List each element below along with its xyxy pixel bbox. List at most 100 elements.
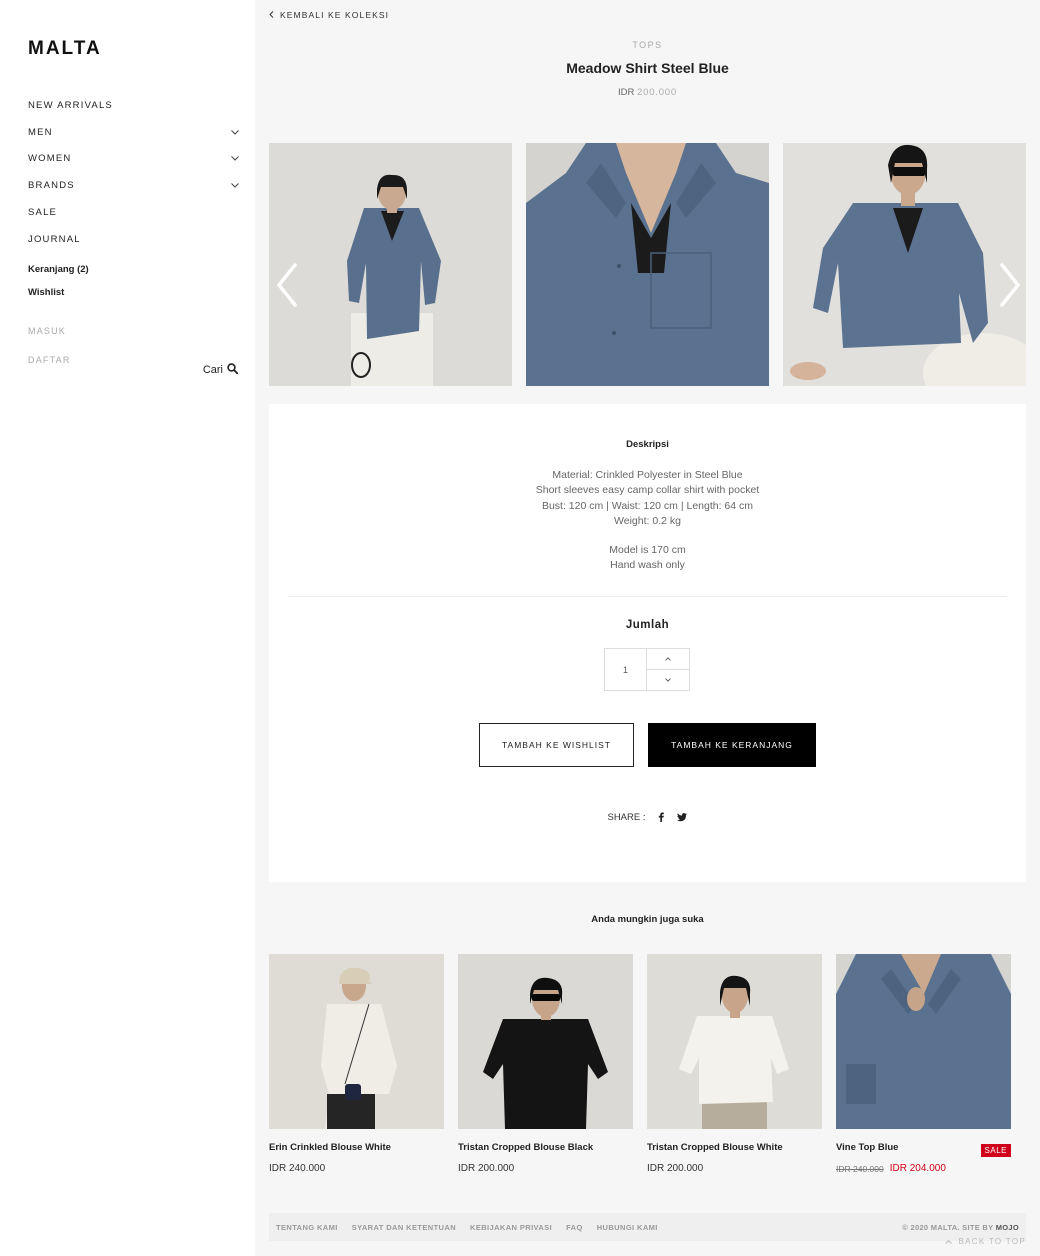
logo[interactable]: MALTA: [28, 38, 102, 60]
chevron-right-icon: [1000, 263, 1021, 307]
auth-links: MASUK DAFTAR: [28, 316, 71, 374]
search-icon: [227, 363, 239, 377]
nav-label: BRANDS: [28, 180, 75, 192]
gallery-image[interactable]: [269, 143, 512, 386]
description-text: Material: Crinkled Polyester in Steel Bl…: [269, 468, 1026, 574]
chevron-down-icon: [665, 678, 671, 682]
product-detail-card: Deskripsi Material: Crinkled Polyester i…: [269, 404, 1026, 882]
search-label: Cari: [202, 364, 223, 376]
main-nav: NEW ARRIVALS MEN WOMEN BRANDS SALE JOURN…: [28, 92, 240, 253]
product-card-price: IDR 240.000 IDR 204.000: [836, 1163, 1011, 1174]
product-card-price: IDR 200.000: [647, 1163, 822, 1174]
product-title: Meadow Shirt Steel Blue: [566, 60, 729, 76]
chevron-down-icon[interactable]: [230, 127, 240, 137]
nav-label: WOMEN: [28, 153, 72, 165]
nav-label: MEN: [28, 126, 53, 138]
back-to-collection-link[interactable]: KEMBALI KE KOLEKSI: [269, 10, 389, 20]
product-card-image[interactable]: [647, 954, 822, 1129]
chevron-up-icon: [945, 1239, 953, 1244]
sidebar: MALTA NEW ARRIVALS MEN WOMEN BRANDS SALE…: [0, 0, 255, 1256]
nav-item-journal[interactable]: JOURNAL: [28, 226, 240, 253]
add-to-cart-button[interactable]: TAMBAH KE KERANJANG: [648, 723, 816, 767]
footer-link-terms[interactable]: SYARAT DAN KETENTUAN: [352, 1223, 456, 1232]
site-by-link[interactable]: MOJO: [996, 1223, 1019, 1232]
recommendations-title: Anda mungkin juga suka: [591, 914, 704, 925]
quantity-label: Jumlah: [625, 619, 670, 631]
description-note: Model is 170 cm: [609, 544, 686, 557]
old-price: IDR 240.000: [836, 1163, 884, 1174]
twitter-icon[interactable]: [676, 811, 688, 823]
price-value: IDR 200.000: [458, 1163, 515, 1174]
copyright: © 2020 MALTA. SITE BY MOJO: [902, 1223, 1019, 1232]
quantity-stepper: 1: [604, 648, 690, 691]
divider: [288, 596, 1007, 597]
nav-item-women[interactable]: WOMEN: [28, 146, 240, 173]
product-card-price: IDR 200.000: [458, 1163, 633, 1174]
back-to-top-label: BACK TO TOP: [958, 1237, 1026, 1246]
product-card-image[interactable]: [269, 954, 444, 1129]
footer-links: TENTANG KAMI SYARAT DAN KETENTUAN KEBIJA…: [276, 1223, 658, 1232]
gallery-image[interactable]: [783, 143, 1026, 386]
description-line: Bust: 120 cm | Waist: 120 cm | Length: 6…: [541, 499, 754, 512]
back-label: KEMBALI KE KOLEKSI: [280, 10, 390, 20]
product-card-name[interactable]: Tristan Cropped Blouse Black: [458, 1142, 633, 1154]
price-currency: IDR: [618, 87, 635, 98]
quantity-decrease-button[interactable]: [647, 670, 689, 690]
product-card-image[interactable]: [458, 954, 633, 1129]
register-link[interactable]: DAFTAR: [28, 345, 71, 374]
product-card[interactable]: Tristan Cropped Blouse Black IDR 200.000: [458, 954, 633, 1174]
gallery-prev-arrow[interactable]: [273, 261, 303, 309]
footer: TENTANG KAMI SYARAT DAN KETENTUAN KEBIJA…: [269, 1213, 1026, 1241]
footer-link-privacy[interactable]: KEBIJAKAN PRIVASI: [470, 1223, 552, 1232]
nav-item-brands[interactable]: BRANDS: [28, 172, 240, 199]
facebook-icon[interactable]: [655, 811, 667, 823]
nav-label: JOURNAL: [28, 233, 81, 245]
product-card-price: IDR 240.000: [269, 1163, 444, 1174]
description-note: Hand wash only: [610, 559, 685, 572]
chevron-down-icon[interactable]: [230, 154, 240, 164]
description-line: Weight: 0.2 kg: [614, 514, 681, 527]
gallery-image[interactable]: [526, 143, 769, 386]
copyright-text: © 2020 MALTA. SITE BY: [902, 1222, 994, 1232]
chevron-up-icon: [665, 657, 671, 661]
search-button[interactable]: Cari: [202, 363, 239, 377]
nav-item-sale[interactable]: SALE: [28, 199, 240, 226]
product-card-name[interactable]: Erin Crinkled Blouse White: [269, 1142, 444, 1154]
description-gap: [269, 529, 1026, 543]
add-to-wishlist-button[interactable]: TAMBAH KE WISHLIST: [479, 723, 634, 767]
product-card-name[interactable]: Tristan Cropped Blouse White: [647, 1142, 822, 1154]
wishlist-link[interactable]: Wishlist: [28, 281, 89, 304]
back-to-top-link[interactable]: BACK TO TOP: [945, 1237, 1026, 1246]
nav-item-new-arrivals[interactable]: NEW ARRIVALS: [28, 92, 240, 119]
product-price: IDR 200.000: [255, 87, 1040, 98]
chevron-down-icon[interactable]: [230, 181, 240, 191]
footer-link-faq[interactable]: FAQ: [566, 1223, 583, 1232]
product-category: TOPS: [632, 40, 663, 50]
price-value: IDR 240.000: [269, 1163, 326, 1174]
product-card-image[interactable]: [836, 954, 1011, 1129]
footer-link-about[interactable]: TENTANG KAMI: [276, 1223, 338, 1232]
product-page: KEMBALI KE KOLEKSI TOPS Meadow Shirt Ste…: [255, 0, 1040, 1256]
share-label: SHARE :: [607, 811, 646, 823]
chevron-left-icon: [269, 10, 274, 20]
nav-label: NEW ARRIVALS: [28, 99, 113, 111]
login-link[interactable]: MASUK: [28, 316, 71, 345]
cart-links: Keranjang (2) Wishlist: [28, 258, 89, 304]
sale-badge: SALE: [980, 1144, 1011, 1157]
price-amount: 200.000: [637, 87, 677, 98]
product-card[interactable]: Tristan Cropped Blouse White IDR 200.000: [647, 954, 822, 1174]
quantity-increase-button[interactable]: [647, 649, 689, 670]
price-value: IDR 200.000: [647, 1163, 704, 1174]
product-card[interactable]: Erin Crinkled Blouse White IDR 240.000: [269, 954, 444, 1174]
sale-price: IDR 204.000: [889, 1163, 946, 1174]
product-card[interactable]: Vine Top Blue IDR 240.000 IDR 204.000 SA…: [836, 954, 1011, 1174]
cart-link[interactable]: Keranjang (2): [28, 258, 89, 281]
footer-link-contact[interactable]: HUBUNGI KAMI: [597, 1223, 658, 1232]
product-gallery: [269, 143, 1026, 386]
description-title: Deskripsi: [626, 439, 669, 450]
gallery-next-arrow[interactable]: [994, 261, 1024, 309]
share-bar: SHARE :: [269, 811, 1026, 823]
nav-item-men[interactable]: MEN: [28, 119, 240, 146]
quantity-buttons: [647, 649, 689, 690]
quantity-input[interactable]: 1: [605, 649, 647, 690]
